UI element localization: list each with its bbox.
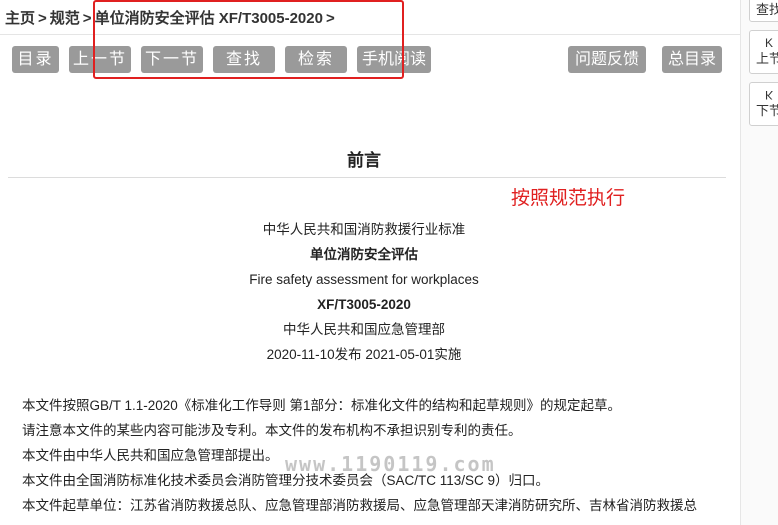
breadcrumb-separator: >: [325, 10, 335, 27]
breadcrumb-doc-link[interactable]: 单位消防安全评估 XF/T3005-2020: [95, 10, 323, 27]
paragraph: 本文件起草单位：江苏省消防救援总队、应急管理部消防救援局、应急管理部天津消防研究…: [22, 498, 697, 513]
master-toc-button[interactable]: 总目录: [662, 46, 722, 73]
breadcrumb-separator: >: [38, 10, 47, 27]
breadcrumb-separator: >: [82, 10, 92, 27]
next-section-button[interactable]: 下一节: [141, 46, 203, 73]
standard-code: XF/T3005-2020: [317, 297, 411, 312]
prev-arrow-icon: K: [764, 36, 773, 50]
site-watermark: www.1190119.com: [285, 452, 496, 476]
standard-category-line: 中华人民共和国消防救援行业标准: [262, 222, 466, 237]
section-title: 前言: [347, 151, 381, 170]
toc-button[interactable]: 目录: [12, 46, 59, 73]
prev-section-button[interactable]: 上一节: [69, 46, 131, 73]
find-button[interactable]: 查找: [213, 46, 275, 73]
breadcrumb-home-link[interactable]: 主页: [5, 10, 35, 27]
header-divider: [0, 34, 740, 35]
search-button[interactable]: 检索: [285, 46, 347, 73]
right-next-label: 下节: [755, 103, 778, 118]
publish-dates: 2020-11-10发布 2021-05-01实施: [266, 347, 462, 362]
next-arrow-icon: K: [764, 88, 773, 102]
right-prev-label: 上节: [755, 51, 778, 66]
red-annotation: 按照规范执行: [511, 188, 626, 209]
title-divider: [8, 177, 726, 178]
feedback-button[interactable]: 问题反馈: [568, 46, 646, 73]
paragraph: 本文件按照GB/T 1.1-2020《标准化工作导则 第1部分：标准化文件的结构…: [22, 398, 622, 413]
breadcrumb-section-link[interactable]: 规范: [50, 10, 80, 27]
right-find-label: 查找: [755, 2, 778, 17]
paragraph: 本文件由中华人民共和国应急管理部提出。: [22, 448, 279, 463]
issuing-authority: 中华人民共和国应急管理部: [283, 322, 445, 337]
right-panel: 查找 K 上节 K 下节: [740, 0, 778, 525]
right-find-button[interactable]: 查找: [749, 0, 778, 22]
paragraph: 请注意本文件的某些内容可能涉及专利。本文件的发布机构不承担识别专利的责任。: [22, 423, 522, 438]
breadcrumb: 主页 > 规范 > 单位消防安全评估 XF/T3005-2020 >: [5, 8, 338, 30]
right-next-button[interactable]: K 下节: [749, 82, 778, 126]
standard-title-en: Fire safety assessment for workplaces: [249, 272, 479, 287]
main-content: 主页 > 规范 > 单位消防安全评估 XF/T3005-2020 > 目录 上一节 下一节…: [0, 0, 740, 525]
mobile-read-button[interactable]: 手机阅读: [357, 46, 431, 73]
standard-title-cn: 单位消防安全评估: [310, 247, 418, 262]
right-prev-button[interactable]: K 上节: [749, 30, 778, 74]
